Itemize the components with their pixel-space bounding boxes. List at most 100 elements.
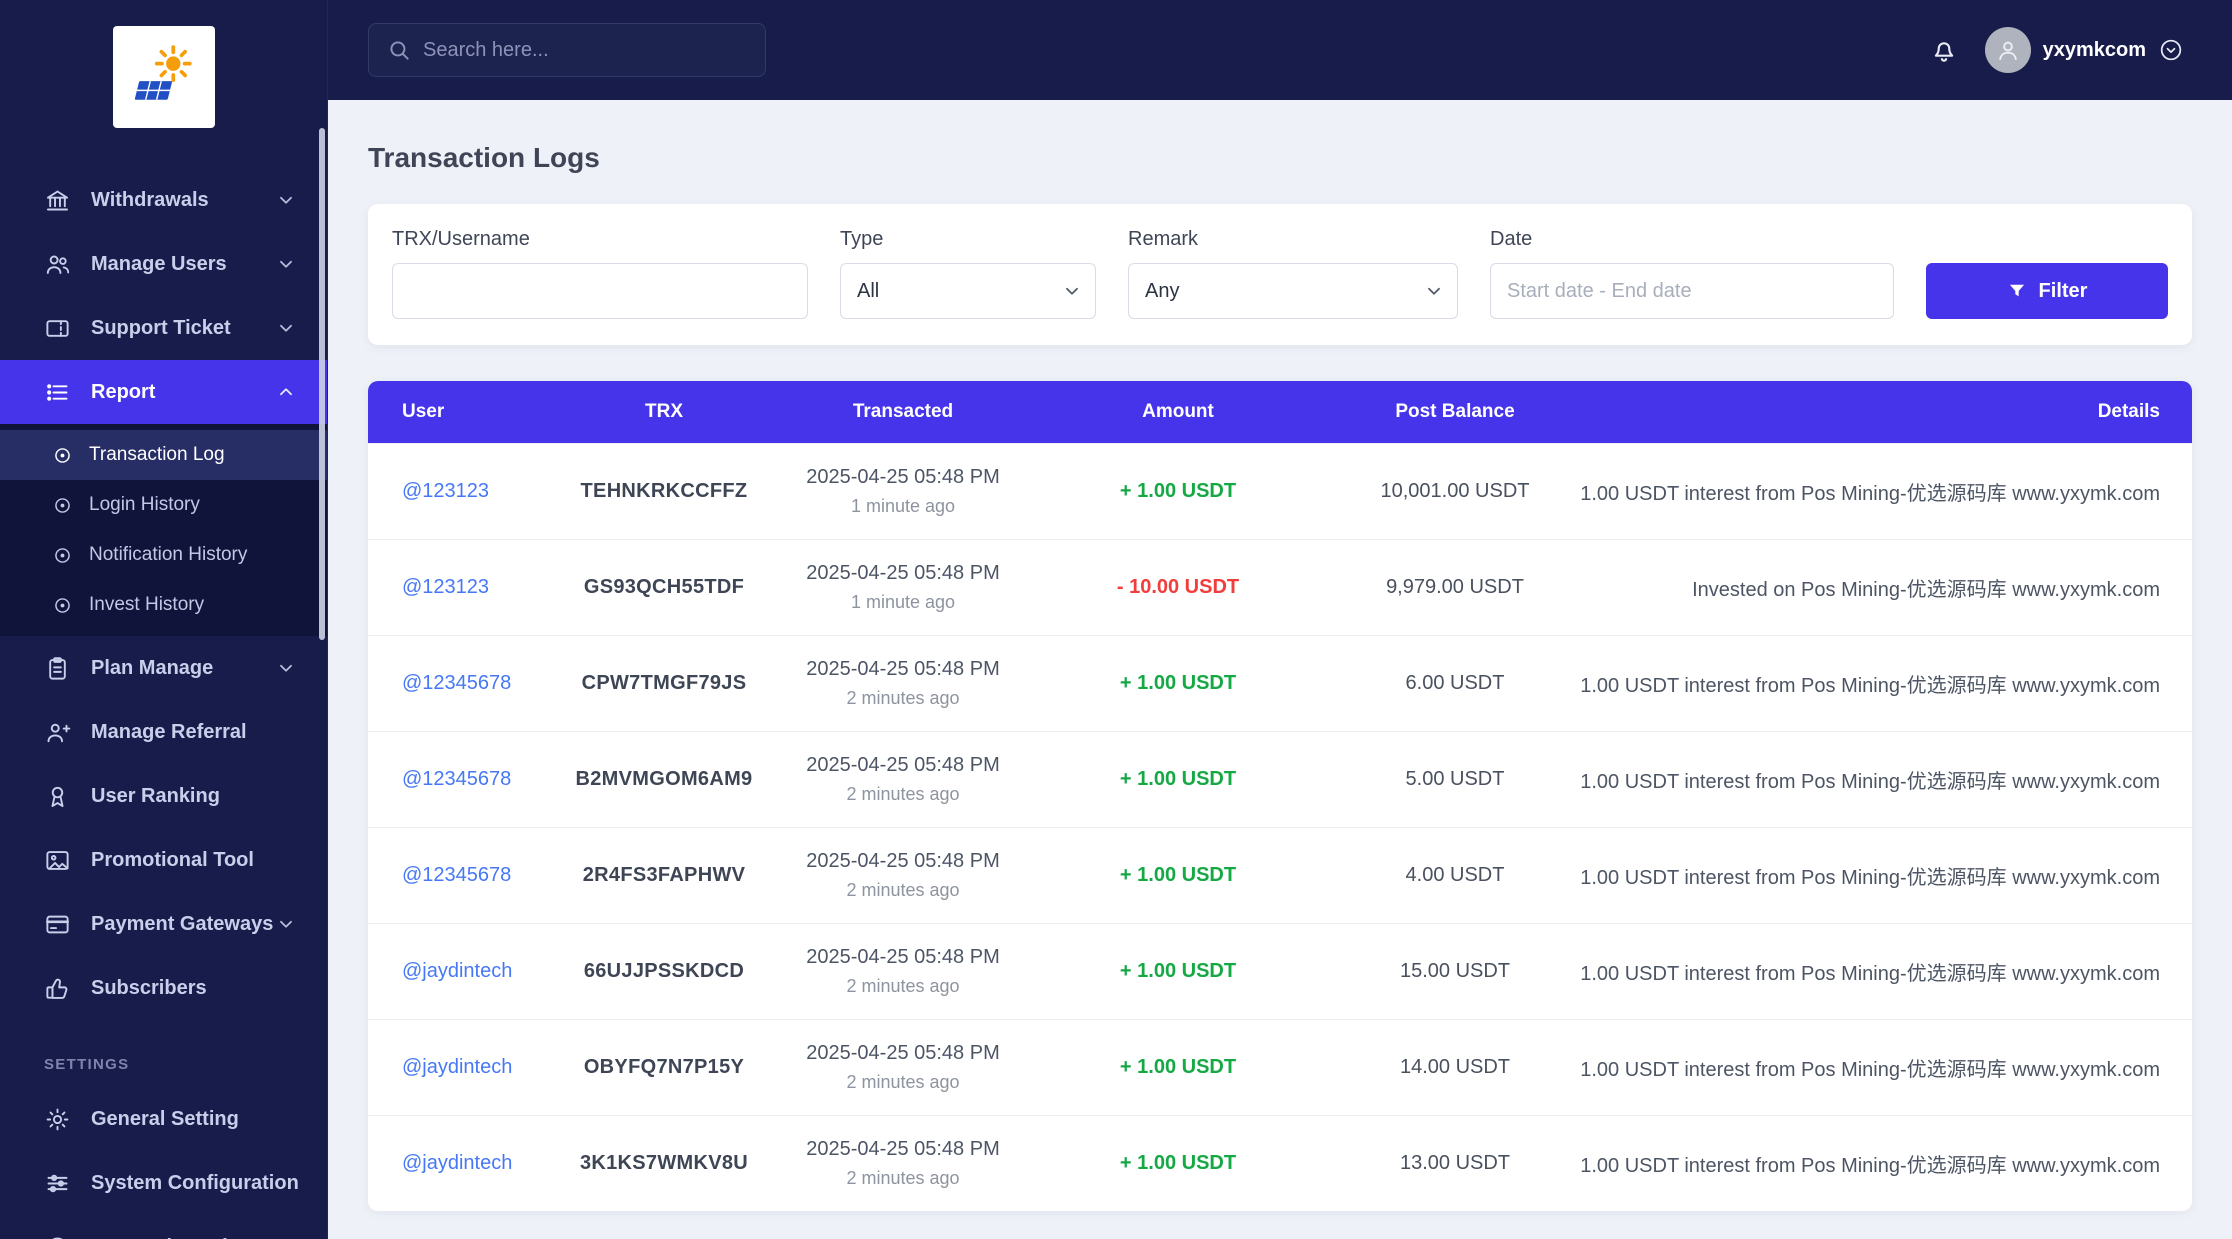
search-container [368, 23, 766, 77]
transacted-cell: 2025-04-25 05:48 PM 2 minutes ago [780, 657, 1026, 710]
chevron-down-icon [275, 253, 297, 275]
chevron-down-icon [275, 657, 297, 679]
sidebar-subitem-notification-history[interactable]: Notification History [0, 530, 327, 580]
column-header-amount: Amount [1142, 401, 1214, 422]
transacted-cell: 2025-04-25 05:48 PM 2 minutes ago [780, 945, 1026, 998]
search-input[interactable] [368, 23, 766, 77]
transacted-date: 2025-04-25 05:48 PM [806, 754, 1000, 777]
sidebar-item-support-ticket[interactable]: Support Ticket [0, 296, 327, 360]
user-menu[interactable]: yxymkcom [1984, 27, 2184, 73]
main-area: yxymkcom Transaction Logs TRX/Username T… [328, 0, 2232, 1239]
trx-code: TEHNKRKCCFFZ [580, 480, 748, 502]
transacted-date: 2025-04-25 05:48 PM [806, 466, 1000, 489]
sidebar-item-withdrawals[interactable]: Withdrawals [0, 168, 327, 232]
sidebar-subitem-login-history[interactable]: Login History [0, 480, 327, 530]
report-list-icon [44, 379, 71, 406]
amount-value: + 1.00 USDT [1119, 480, 1237, 502]
transacted-date: 2025-04-25 05:48 PM [806, 1138, 1000, 1161]
bank-icon [44, 187, 71, 214]
sidebar-item-label: Support Ticket [91, 316, 231, 339]
date-range-input[interactable] [1490, 263, 1894, 319]
table-row: @123123 TEHNKRKCCFFZ 2025-04-25 05:48 PM… [368, 443, 2192, 539]
subitem-label: Login History [89, 494, 200, 515]
remark-label: Remark [1128, 228, 1199, 250]
type-select[interactable]: All [840, 263, 1096, 319]
sidebar-item-cron-job-setting[interactable]: Cron Job Setting [0, 1215, 327, 1239]
filter-trx-group: TRX/Username [392, 228, 808, 319]
search-icon [386, 37, 412, 63]
transacted-ago: 2 minutes ago [846, 784, 960, 805]
transacted-ago: 2 minutes ago [846, 976, 960, 997]
transacted-ago: 1 minute ago [850, 592, 956, 613]
topbar: yxymkcom [328, 0, 2232, 100]
filter-button[interactable]: Filter [1926, 263, 2168, 319]
date-label: Date [1490, 228, 1533, 250]
table-header-row: User TRX Transacted Amount Post Balance … [368, 381, 2192, 443]
notification-bell-icon[interactable] [1929, 35, 1959, 65]
sidebar-item-payment-gateways[interactable]: Payment Gateways [0, 892, 327, 956]
amount-value: + 1.00 USDT [1119, 960, 1237, 982]
app-logo[interactable] [112, 26, 215, 128]
user-link[interactable]: @123123 [402, 480, 489, 502]
type-label: Type [840, 228, 884, 250]
post-balance: 9,979.00 USDT [1386, 576, 1524, 598]
table-row: @jaydintech 3K1KS7WMKV8U 2025-04-25 05:4… [368, 1115, 2192, 1211]
transacted-cell: 2025-04-25 05:48 PM 2 minutes ago [780, 753, 1026, 806]
transacted-cell: 2025-04-25 05:48 PM 2 minutes ago [780, 1137, 1026, 1190]
sidebar-subitem-invest-history[interactable]: Invest History [0, 580, 327, 630]
sidebar-item-plan-manage[interactable]: Plan Manage [0, 636, 327, 700]
transacted-ago: 2 minutes ago [846, 880, 960, 901]
clock-icon [44, 1234, 71, 1239]
filter-type-group: Type All [840, 228, 1096, 319]
remark-select[interactable]: Any [1128, 263, 1458, 319]
user-link[interactable]: @jaydintech [402, 960, 512, 982]
user-link[interactable]: @jaydintech [402, 1056, 512, 1078]
logo-container [0, 0, 327, 168]
medal-icon [44, 783, 71, 810]
trx-code: GS93QCH55TDF [583, 576, 745, 598]
details-text: 1.00 USDT interest from Pos Mining-优选源码库… [1580, 1155, 2160, 1177]
circled-chevron-down-icon[interactable] [2158, 37, 2184, 63]
sidebar-item-label: Payment Gateways [91, 912, 274, 935]
sidebar-item-general-setting[interactable]: General Setting [0, 1087, 327, 1151]
funnel-icon [2007, 281, 2027, 301]
user-link[interactable]: @12345678 [402, 768, 511, 790]
subitem-label: Transaction Log [89, 444, 225, 465]
sidebar-item-manage-referral[interactable]: Manage Referral [0, 700, 327, 764]
sidebar-item-user-ranking[interactable]: User Ranking [0, 764, 327, 828]
avatar[interactable] [1984, 27, 2031, 73]
filter-card: TRX/Username Type All Remark Any Date St… [368, 204, 2192, 345]
user-plus-icon [44, 719, 71, 746]
sidebar-item-system-configuration[interactable]: System Configuration [0, 1151, 327, 1215]
gear-icon [44, 1106, 71, 1133]
user-link[interactable]: @jaydintech [402, 1152, 512, 1174]
sidebar-subitem-transaction-log[interactable]: Transaction Log [0, 430, 327, 480]
sidebar-item-label: System Configuration [91, 1171, 299, 1194]
sidebar-scrollbar[interactable] [319, 128, 325, 640]
table-row: @12345678 CPW7TMGF79JS 2025-04-25 05:48 … [368, 635, 2192, 731]
sidebar-item-promotional-tool[interactable]: Promotional Tool [0, 828, 327, 892]
sidebar-nav: Withdrawals Manage Users Support Ticket … [0, 168, 327, 1239]
sidebar-item-report[interactable]: Report [0, 360, 327, 424]
user-link[interactable]: @123123 [402, 576, 489, 598]
amount-value: + 1.00 USDT [1119, 864, 1237, 886]
amount-value: + 1.00 USDT [1119, 672, 1237, 694]
chevron-up-icon [275, 381, 297, 403]
sidebar-item-manage-users[interactable]: Manage Users [0, 232, 327, 296]
post-balance: 5.00 USDT [1405, 768, 1505, 790]
column-header-transacted: Transacted [852, 401, 954, 422]
clipboard-icon [44, 655, 71, 682]
transacted-cell: 2025-04-25 05:48 PM 2 minutes ago [780, 1041, 1026, 1094]
trx-username-input[interactable] [392, 263, 808, 319]
thumbs-up-icon [44, 975, 71, 1002]
username: yxymkcom [2042, 38, 2146, 61]
transacted-ago: 2 minutes ago [846, 688, 960, 709]
column-header-trx: TRX [645, 401, 683, 422]
user-link[interactable]: @12345678 [402, 672, 511, 694]
chevron-down-icon [275, 189, 297, 211]
details-text: 1.00 USDT interest from Pos Mining-优选源码库… [1580, 771, 2160, 793]
sidebar-item-subscribers[interactable]: Subscribers [0, 956, 327, 1020]
solar-logo-icon [134, 45, 192, 100]
page-title: Transaction Logs [368, 142, 600, 173]
user-link[interactable]: @12345678 [402, 864, 511, 886]
